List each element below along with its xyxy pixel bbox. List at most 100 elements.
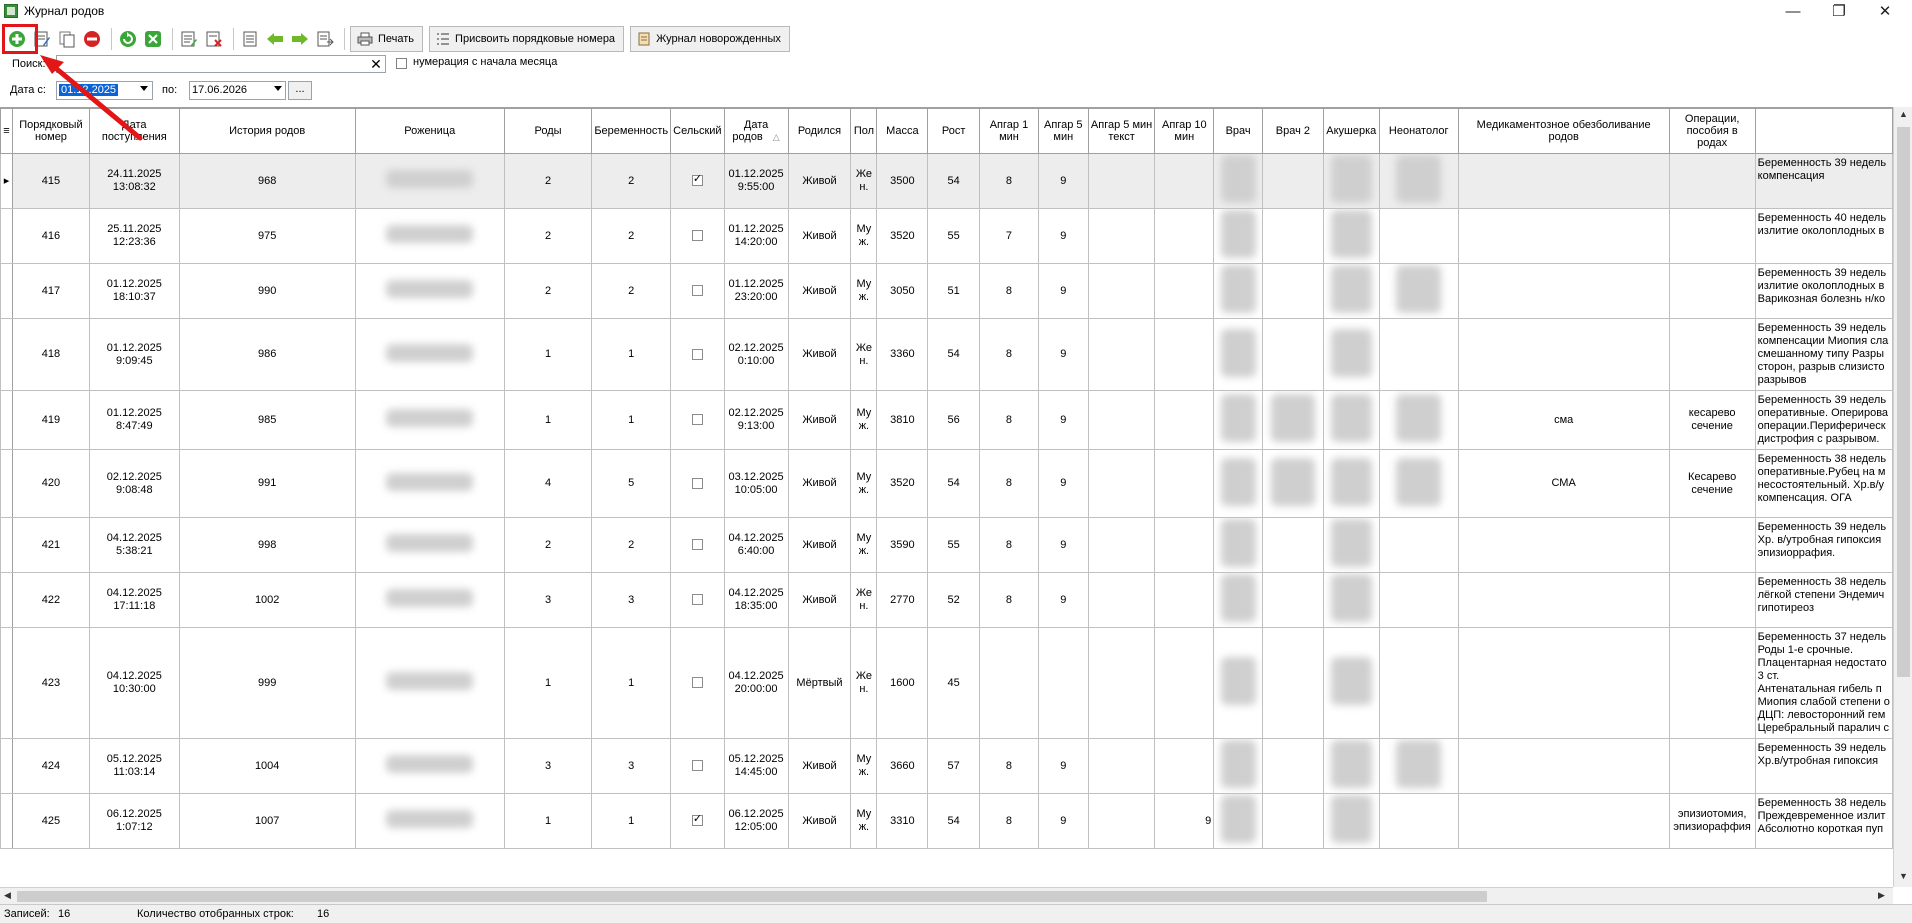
date-range-button[interactable]: ...	[288, 81, 312, 100]
close-button[interactable]: ✕	[1862, 0, 1908, 22]
cell-apgar-5-text	[1087, 208, 1156, 264]
redacted-content	[1330, 457, 1372, 506]
column-header[interactable]: Рост	[927, 108, 981, 154]
table-row[interactable]: 416 25.11.2025 12:23:36 975 2 2 01.12.2025 14…	[0, 208, 1893, 264]
date-to-dropdown-icon[interactable]	[274, 86, 282, 91]
rural-checkbox[interactable]	[691, 285, 703, 297]
table-row[interactable]: 417 01.12.2025 18:10:37 990 2 2 01.12.2025 23…	[0, 263, 1893, 319]
search-clear-icon[interactable]: ✕	[368, 56, 384, 72]
column-header[interactable]: Роды	[503, 108, 593, 154]
table-row[interactable]: 421 04.12.2025 5:38:21 998 2 2 04.12.2025 6:4…	[0, 517, 1893, 573]
scroll-up-icon[interactable]: ▲	[1899, 109, 1908, 119]
column-header[interactable]: Неонатолог	[1378, 108, 1459, 154]
table-row[interactable]: 424 05.12.2025 11:03:14 1004 3 3 05.12.2025 1…	[0, 738, 1893, 794]
vertical-scrollbar[interactable]: ▲ ▼	[1893, 107, 1912, 887]
cell-rural	[670, 627, 725, 739]
cell-patient	[354, 263, 505, 319]
clear-filter-button[interactable]	[142, 28, 164, 50]
cell-neonatologist	[1378, 449, 1459, 518]
column-header[interactable]: Медикаментозное обезболивание родов	[1457, 108, 1670, 154]
redacted-content	[1220, 795, 1256, 843]
rural-checkbox[interactable]	[691, 813, 703, 827]
edit-doc-button[interactable]	[178, 28, 200, 50]
rural-checkbox[interactable]	[691, 539, 703, 551]
column-header[interactable]: Роженица	[354, 108, 505, 154]
column-header[interactable]: История родов	[178, 108, 356, 154]
forward-button[interactable]	[289, 28, 311, 50]
cell-births: 3	[503, 738, 593, 794]
table-row[interactable]: 422 04.12.2025 17:11:18 1002 3 3 04.12.2025 1…	[0, 572, 1893, 628]
column-header[interactable]: Дата родов △	[723, 108, 789, 154]
column-header[interactable]: Дата поступления	[88, 108, 180, 154]
redacted-content	[1220, 657, 1256, 705]
cell-birth-date: 02.12.2025 9:13:00	[723, 390, 789, 450]
rural-checkbox[interactable]	[691, 760, 703, 772]
cell-rural	[670, 318, 725, 391]
date-from-picker[interactable]: 01.12.2025	[56, 81, 153, 100]
column-header[interactable]: Врач	[1213, 108, 1264, 154]
month-numbering-checkbox[interactable]	[396, 58, 407, 69]
column-header[interactable]: Апгар 1 мин	[979, 108, 1039, 154]
column-header[interactable]: Апгар 5 мин	[1037, 108, 1089, 154]
scroll-right-icon[interactable]: ▶	[1878, 890, 1885, 901]
cell-apgar-10: 9	[1154, 793, 1215, 849]
date-to-picker[interactable]: 17.06.2026	[189, 81, 286, 100]
table-row[interactable]: 418 01.12.2025 9:09:45 986 1 1 02.12.2025 0:1…	[0, 318, 1893, 391]
cell-sex: Му ж.	[850, 517, 878, 573]
column-header[interactable]: Врач 2	[1262, 108, 1324, 154]
column-header[interactable]: Беременность	[591, 108, 672, 154]
search-input[interactable]	[56, 55, 386, 73]
restore-button[interactable]: ❐	[1816, 0, 1862, 22]
column-header[interactable]: Апгар 10 мин	[1154, 108, 1215, 154]
cell-mass: 1600	[876, 627, 929, 739]
table-row[interactable]: 419 01.12.2025 8:47:49 985 1 1 02.12.2025 9:1…	[0, 390, 1893, 450]
rural-checkbox[interactable]	[691, 348, 703, 360]
rural-checkbox[interactable]	[691, 414, 703, 426]
scroll-down-icon[interactable]: ▼	[1899, 871, 1908, 881]
doc-button[interactable]	[239, 28, 261, 50]
refresh-button[interactable]	[117, 28, 139, 50]
back-button[interactable]	[264, 28, 286, 50]
horizontal-scrollbar[interactable]: ◀ ▶	[0, 887, 1893, 904]
vertical-scroll-thumb[interactable]	[1897, 127, 1910, 677]
print-button[interactable]: Печать	[350, 26, 424, 52]
column-header[interactable]: Родился	[787, 108, 852, 154]
rural-checkbox[interactable]	[691, 230, 703, 242]
redacted-content	[1220, 155, 1256, 203]
delete-icon	[84, 31, 100, 47]
rural-checkbox[interactable]	[691, 594, 703, 606]
cell-doctor	[1213, 572, 1264, 628]
cell-operations	[1668, 318, 1756, 391]
export-button[interactable]	[314, 28, 336, 50]
delete-doc-button[interactable]	[203, 28, 225, 50]
rural-checkbox[interactable]	[691, 677, 703, 689]
copy-button[interactable]	[56, 28, 78, 50]
delete-button[interactable]	[81, 28, 103, 50]
table-row[interactable]: 423 04.12.2025 10:30:00 999 1 1 04.12.2025 20…	[0, 627, 1893, 739]
table-row[interactable]: ▸41524.11.2025 13:08:32968 22 01.12.2025 9…	[0, 153, 1893, 209]
minimize-button[interactable]: —	[1770, 0, 1816, 22]
scroll-left-icon[interactable]: ◀	[4, 890, 11, 901]
cell-height: 56	[927, 390, 981, 450]
table-row[interactable]: 420 02.12.2025 9:08:48 991 4 5 03.12.2025 10:…	[0, 449, 1893, 518]
cell-rural	[670, 572, 725, 628]
column-header[interactable]: Акушерка	[1322, 108, 1380, 154]
cell-doctor-2	[1262, 449, 1324, 518]
column-header[interactable]: Порядковый номер	[11, 108, 90, 154]
rural-checkbox[interactable]	[691, 173, 703, 187]
toolbar-separator	[233, 28, 234, 50]
date-from-dropdown-icon[interactable]	[140, 86, 148, 91]
row-indicator	[0, 263, 13, 319]
horizontal-scroll-thumb[interactable]	[17, 891, 1487, 902]
table-row[interactable]: 42506.12.2025 1:07:121007 11 06.12.2025 12…	[0, 793, 1893, 849]
column-header[interactable]: Сельский	[670, 108, 725, 154]
newborn-journal-button[interactable]: Журнал новорожденных	[630, 26, 790, 52]
column-header[interactable]: Масса	[876, 108, 929, 154]
column-header[interactable]: Апгар 5 мин текст	[1087, 108, 1156, 154]
column-header[interactable]	[1754, 108, 1893, 154]
column-header[interactable]: Пол	[850, 108, 878, 154]
assign-numbers-button[interactable]: Присвоить порядковые номера	[429, 26, 625, 52]
column-header[interactable]: Операции, пособия в родах	[1668, 108, 1756, 154]
cell-birth-date: 01.12.2025 9:55:00	[723, 153, 789, 209]
rural-checkbox[interactable]	[691, 477, 703, 489]
